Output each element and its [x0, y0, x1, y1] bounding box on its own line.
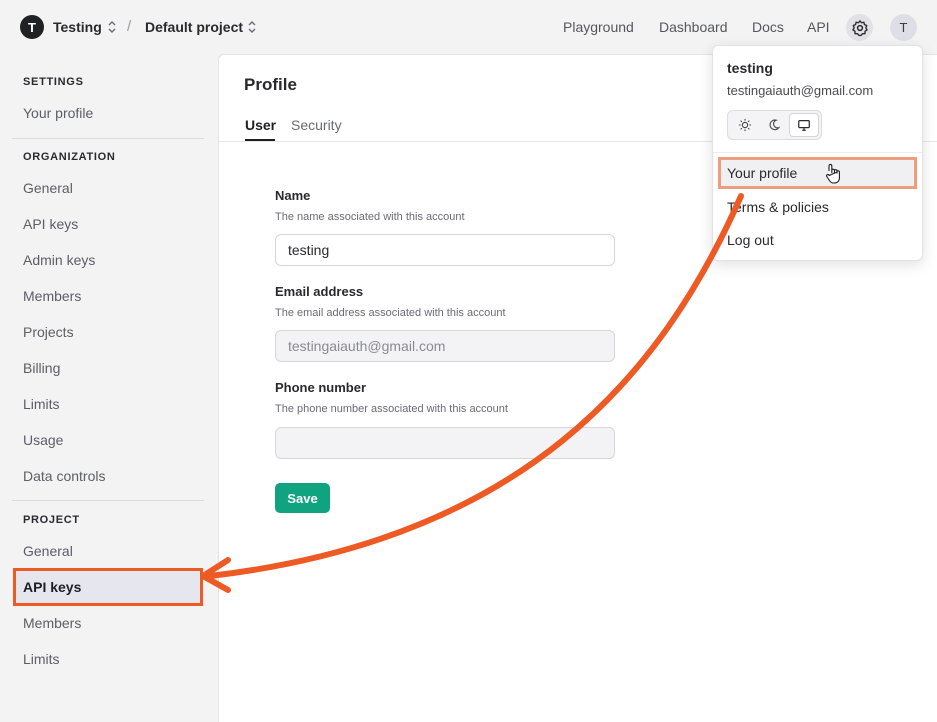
- user-avatar[interactable]: T: [890, 14, 917, 41]
- menu-user-email: testingaiauth@gmail.com: [727, 83, 874, 98]
- nav-dashboard[interactable]: Dashboard: [659, 19, 728, 35]
- nav-docs[interactable]: Docs: [752, 19, 784, 35]
- settings-button[interactable]: [846, 14, 873, 41]
- sidebar-item-api-keys[interactable]: API keys: [13, 208, 203, 240]
- nav-playground[interactable]: Playground: [563, 19, 634, 35]
- sidebar-item-limits[interactable]: Limits: [13, 388, 203, 420]
- phone-help: The phone number associated with this ac…: [275, 403, 508, 415]
- phone-input[interactable]: [275, 427, 615, 459]
- gear-icon: [851, 19, 868, 36]
- sidebar-divider: [12, 138, 204, 139]
- chevron-up-down-icon[interactable]: [247, 19, 257, 35]
- sidebar-item-data-controls[interactable]: Data controls: [13, 460, 203, 492]
- theme-dark-button[interactable]: [760, 113, 790, 137]
- org-switcher[interactable]: Testing: [53, 19, 102, 35]
- sidebar-item-project-api-keys[interactable]: API keys: [13, 568, 203, 606]
- section-label-organization: ORGANIZATION: [23, 151, 116, 163]
- moon-icon: [770, 119, 781, 131]
- sidebar-item-general[interactable]: General: [13, 172, 203, 204]
- email-label: Email address: [275, 284, 364, 299]
- name-help: The name associated with this account: [275, 211, 465, 223]
- menu-item-your-profile[interactable]: Your profile: [718, 157, 917, 189]
- section-label-project: PROJECT: [23, 514, 80, 526]
- sidebar-divider: [12, 500, 204, 501]
- menu-item-log-out[interactable]: Log out: [718, 224, 917, 256]
- sidebar-item-project-limits[interactable]: Limits: [13, 643, 203, 675]
- section-label-settings: SETTINGS: [23, 76, 84, 88]
- project-switcher[interactable]: Default project: [145, 19, 243, 35]
- theme-light-button[interactable]: [730, 113, 760, 137]
- chevron-up-down-icon[interactable]: [107, 19, 117, 35]
- monitor-icon: [798, 120, 811, 131]
- sidebar-item-project-members[interactable]: Members: [13, 607, 203, 639]
- tab-security[interactable]: Security: [291, 117, 342, 133]
- menu-divider: [713, 152, 922, 153]
- name-label: Name: [275, 188, 311, 203]
- breadcrumb-separator: /: [127, 18, 132, 35]
- sidebar-item-billing[interactable]: Billing: [13, 352, 203, 384]
- page-title: Profile: [244, 75, 297, 94]
- org-avatar[interactable]: T: [20, 15, 44, 39]
- name-input[interactable]: testing: [275, 234, 615, 266]
- nav-api[interactable]: API: [807, 19, 830, 35]
- theme-switcher: [727, 110, 822, 140]
- theme-system-button[interactable]: [789, 113, 819, 137]
- sidebar-item-your-profile[interactable]: Your profile: [13, 97, 203, 129]
- sidebar-item-members[interactable]: Members: [13, 280, 203, 312]
- phone-label: Phone number: [275, 380, 367, 395]
- sun-icon: [738, 118, 751, 132]
- sidebar-item-projects[interactable]: Projects: [13, 316, 203, 348]
- sidebar-item-project-general[interactable]: General: [13, 535, 203, 567]
- sidebar-item-usage[interactable]: Usage: [13, 424, 203, 456]
- menu-item-terms-policies[interactable]: Terms & policies: [718, 191, 917, 223]
- menu-user-name: testing: [727, 60, 773, 76]
- save-button[interactable]: Save: [275, 483, 330, 513]
- email-help: The email address associated with this a…: [275, 307, 506, 319]
- sidebar: SETTINGS Your profile ORGANIZATION Gener…: [0, 54, 218, 722]
- tab-user[interactable]: User: [245, 117, 276, 133]
- email-input[interactable]: testingaiauth@gmail.com: [275, 330, 615, 362]
- sidebar-item-admin-keys[interactable]: Admin keys: [13, 244, 203, 276]
- user-menu-dropdown: testing testingaiauth@gmail.com Your pro…: [712, 45, 923, 261]
